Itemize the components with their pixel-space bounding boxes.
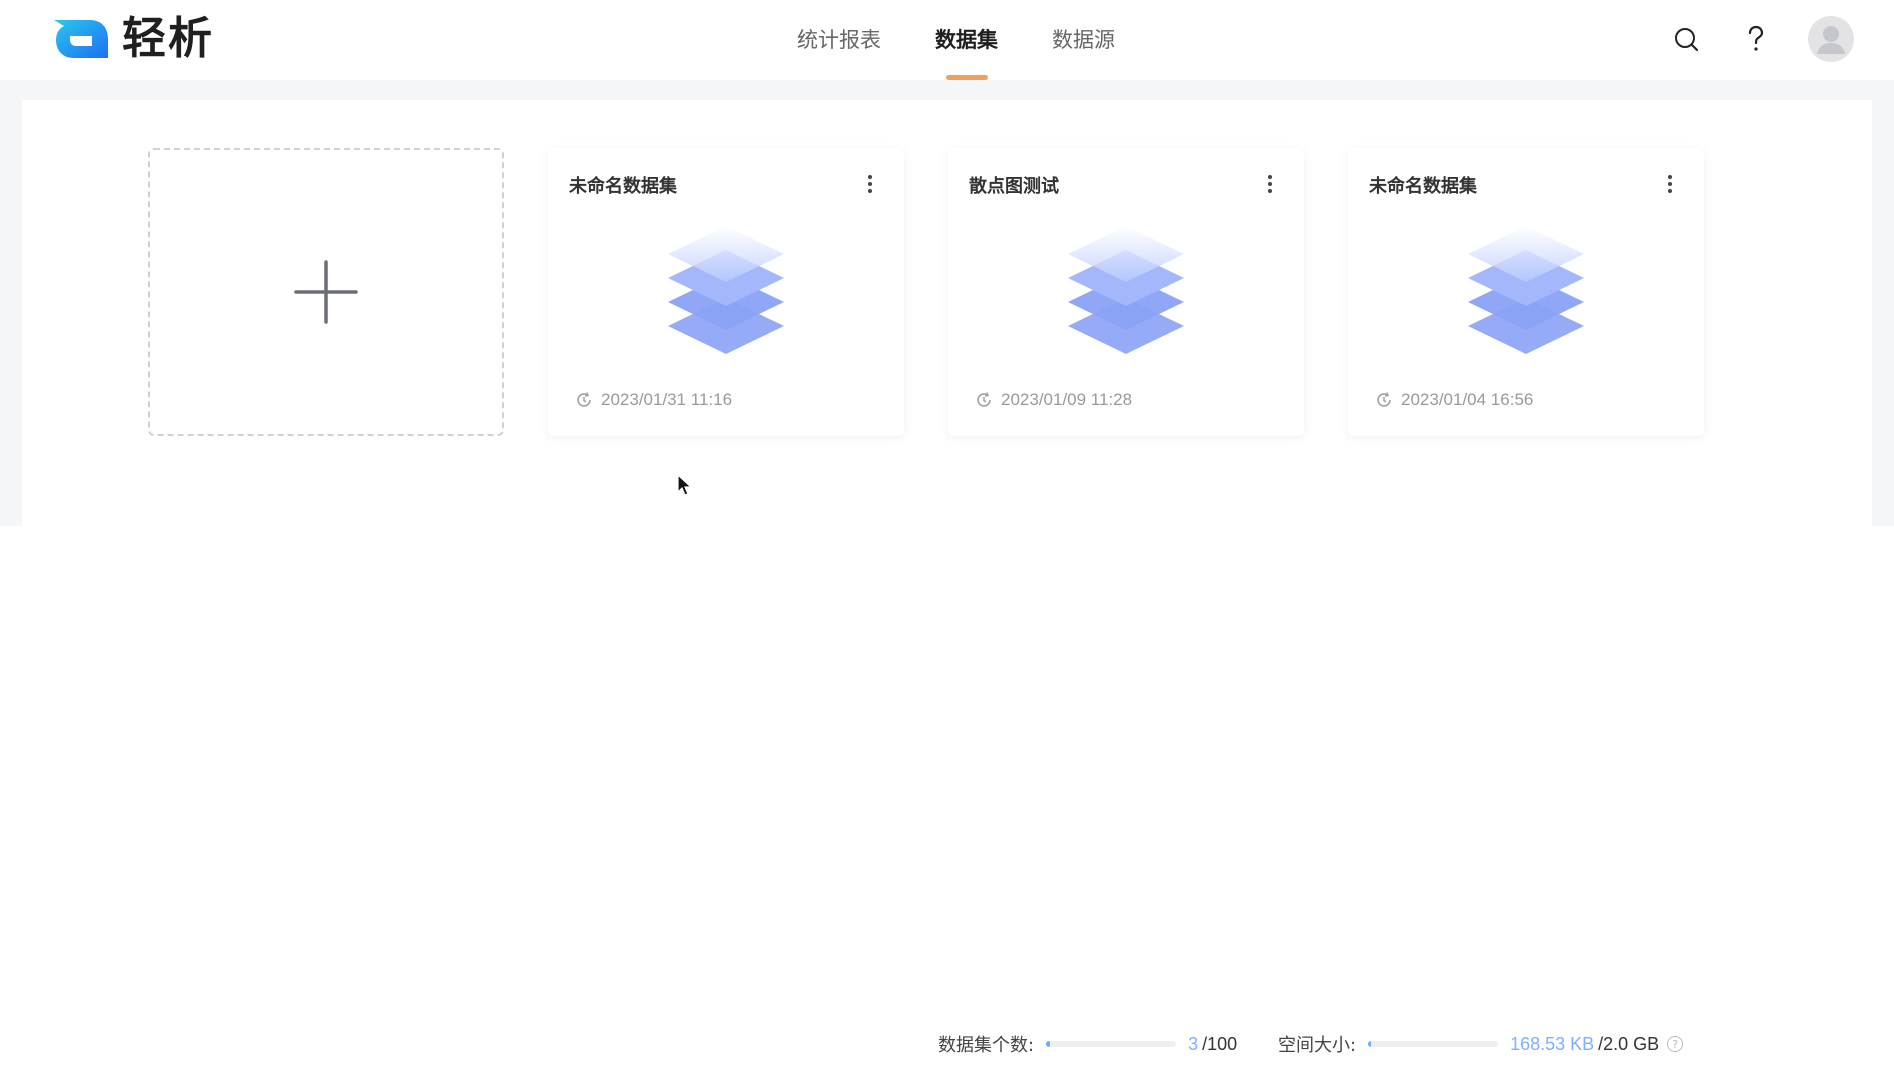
tab-reports[interactable]: 统计报表 [770, 0, 908, 80]
app-logo[interactable]: 轻析 [50, 14, 214, 64]
more-menu-icon[interactable] [1258, 170, 1282, 198]
dataset-count-bar-fill [1046, 1041, 1050, 1047]
storage-label: 空间大小: [1278, 1035, 1357, 1056]
search-icon[interactable] [1668, 21, 1704, 57]
top-header: 轻析 统计报表 数据集 数据源 [0, 0, 1894, 80]
dataset-card[interactable]: 散点图测试 2023/01/09 11:28 [948, 148, 1304, 436]
updated-time: 2023/01/31 11:16 [575, 390, 732, 410]
dataset-title: 未命名数据集 [569, 176, 677, 197]
tab-datasources[interactable]: 数据源 [1025, 0, 1142, 80]
help-icon[interactable] [1738, 21, 1774, 57]
dataset-card[interactable]: 未命名数据集 2023/01/04 16:56 [1348, 148, 1704, 436]
storage-help-icon[interactable]: ? [1667, 1036, 1684, 1052]
user-avatar-icon [1817, 26, 1845, 54]
clock-icon [1377, 392, 1391, 407]
dataset-layers-icon [668, 226, 784, 354]
clock-icon [977, 392, 991, 407]
dataset-count-used: 3 [1188, 1033, 1199, 1054]
dataset-count-label: 数据集个数: [938, 1035, 1035, 1056]
mouse-cursor-icon [677, 474, 693, 496]
avatar[interactable] [1808, 16, 1854, 62]
storage-total: /2.0 GB [1598, 1033, 1660, 1054]
storage-bar-fill [1368, 1041, 1371, 1047]
clock-icon [577, 392, 591, 407]
dataset-count-total: /100 [1202, 1033, 1238, 1054]
main-nav: 统计报表 数据集 数据源 [770, 0, 1142, 80]
more-menu-icon[interactable] [858, 170, 882, 198]
logo-mark-icon [54, 20, 108, 58]
tab-datasets[interactable]: 数据集 [908, 0, 1025, 80]
plus-icon [294, 260, 358, 324]
dataset-title: 未命名数据集 [1369, 176, 1477, 197]
updated-time-text: 2023/01/04 16:56 [1401, 390, 1534, 409]
updated-time-text: 2023/01/31 11:16 [601, 390, 733, 409]
storage-bar [1368, 1041, 1499, 1047]
updated-time-text: 2023/01/09 11:28 [1001, 390, 1133, 409]
add-dataset-button[interactable] [148, 148, 504, 436]
dataset-layers-icon [1068, 226, 1184, 354]
dataset-count-bar [1046, 1041, 1177, 1047]
header-actions [1634, 14, 1854, 64]
storage-used: 168.53 KB [1510, 1033, 1595, 1054]
dataset-layers-icon [1468, 226, 1584, 354]
app-name: 轻析 [122, 13, 214, 64]
dataset-card[interactable]: 未命名数据集 2023/01/31 11:16 [548, 148, 904, 436]
dataset-title: 散点图测试 [969, 176, 1059, 197]
more-menu-icon[interactable] [1658, 170, 1682, 198]
dataset-count-stat: 数据集个数: 3 /100 [938, 1030, 1237, 1058]
storage-stat: 空间大小: 168.53 KB /2.0 GB ? [1278, 1030, 1684, 1058]
updated-time: 2023/01/04 16:56 [1375, 390, 1533, 410]
updated-time: 2023/01/09 11:28 [975, 390, 1132, 410]
